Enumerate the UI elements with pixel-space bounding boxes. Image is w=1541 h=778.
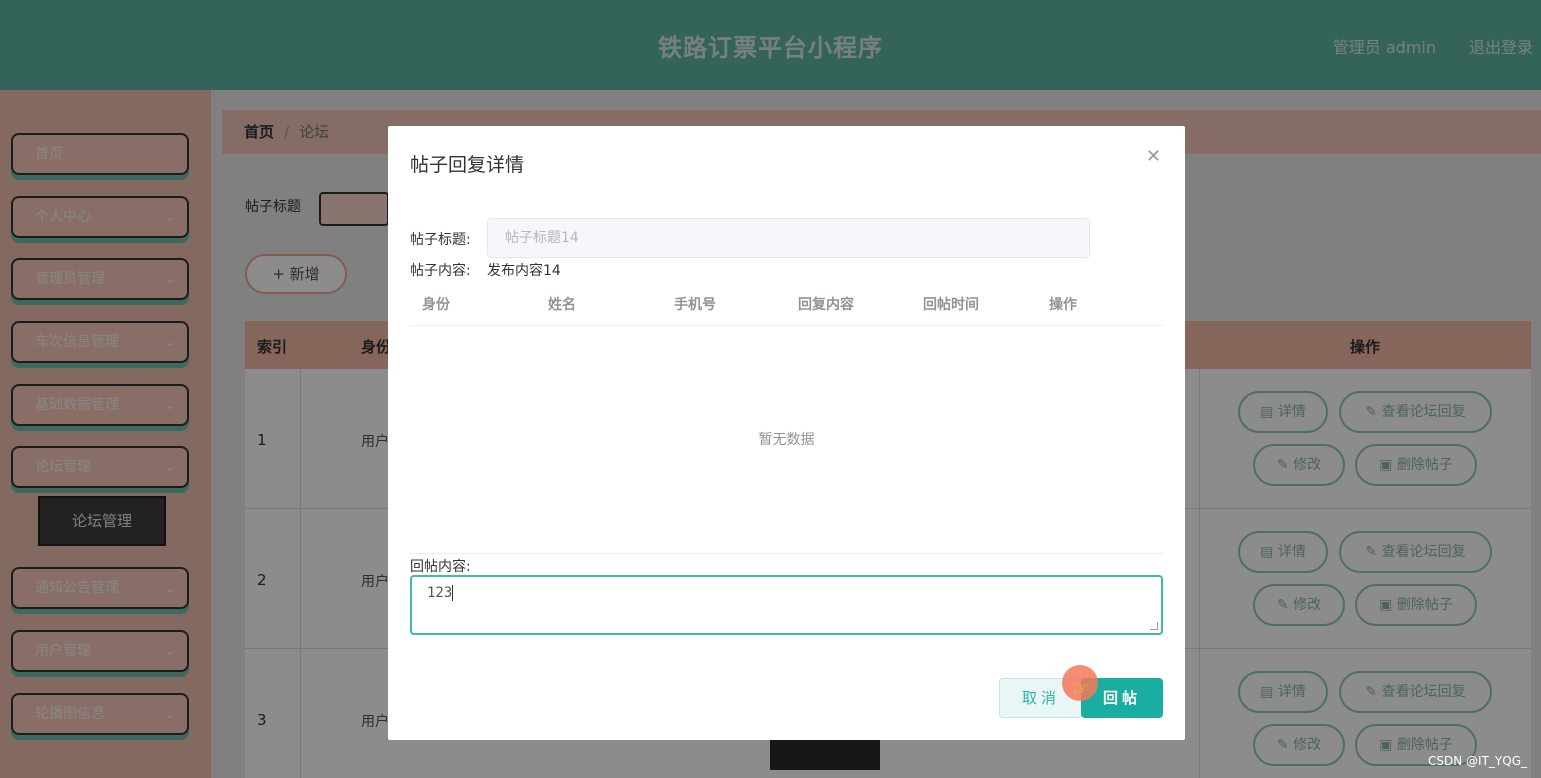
close-icon[interactable]: ✕ [1146, 146, 1161, 167]
reply-column-time: 回帖时间 [923, 297, 979, 313]
reply-column-phone: 手机号 [674, 297, 716, 313]
dialog-title: 帖子回复详情 [410, 154, 525, 176]
post-content-value: 发布内容14 [487, 263, 561, 279]
text-caret [452, 585, 454, 601]
watermark: CSDN @IT_YQG_ [1428, 754, 1527, 768]
reply-table-header: 身份 姓名 手机号 回复内容 回帖时间 操作 [410, 292, 1163, 326]
reply-textarea-value: 123 [427, 585, 453, 601]
reply-column-name: 姓名 [548, 297, 576, 313]
reply-content-label: 回帖内容: [410, 559, 471, 575]
reply-detail-dialog: 帖子回复详情 ✕ 帖子标题: 帖子标题14 帖子内容: 发布内容14 身份 姓名… [388, 126, 1185, 740]
reply-textarea[interactable]: 123 [410, 575, 1163, 635]
hand-cursor-icon: ☞ [1072, 676, 1090, 700]
reply-column-content: 回复内容 [798, 297, 854, 313]
post-content-label: 帖子内容: [410, 263, 471, 279]
post-title-field: 帖子标题14 [487, 218, 1090, 258]
post-title-label: 帖子标题: [410, 232, 471, 248]
reply-column-identity: 身份 [422, 297, 450, 313]
empty-state: 暂无数据 [410, 326, 1163, 554]
reply-column-actions: 操作 [1049, 297, 1077, 313]
resize-handle[interactable] [1150, 622, 1158, 630]
